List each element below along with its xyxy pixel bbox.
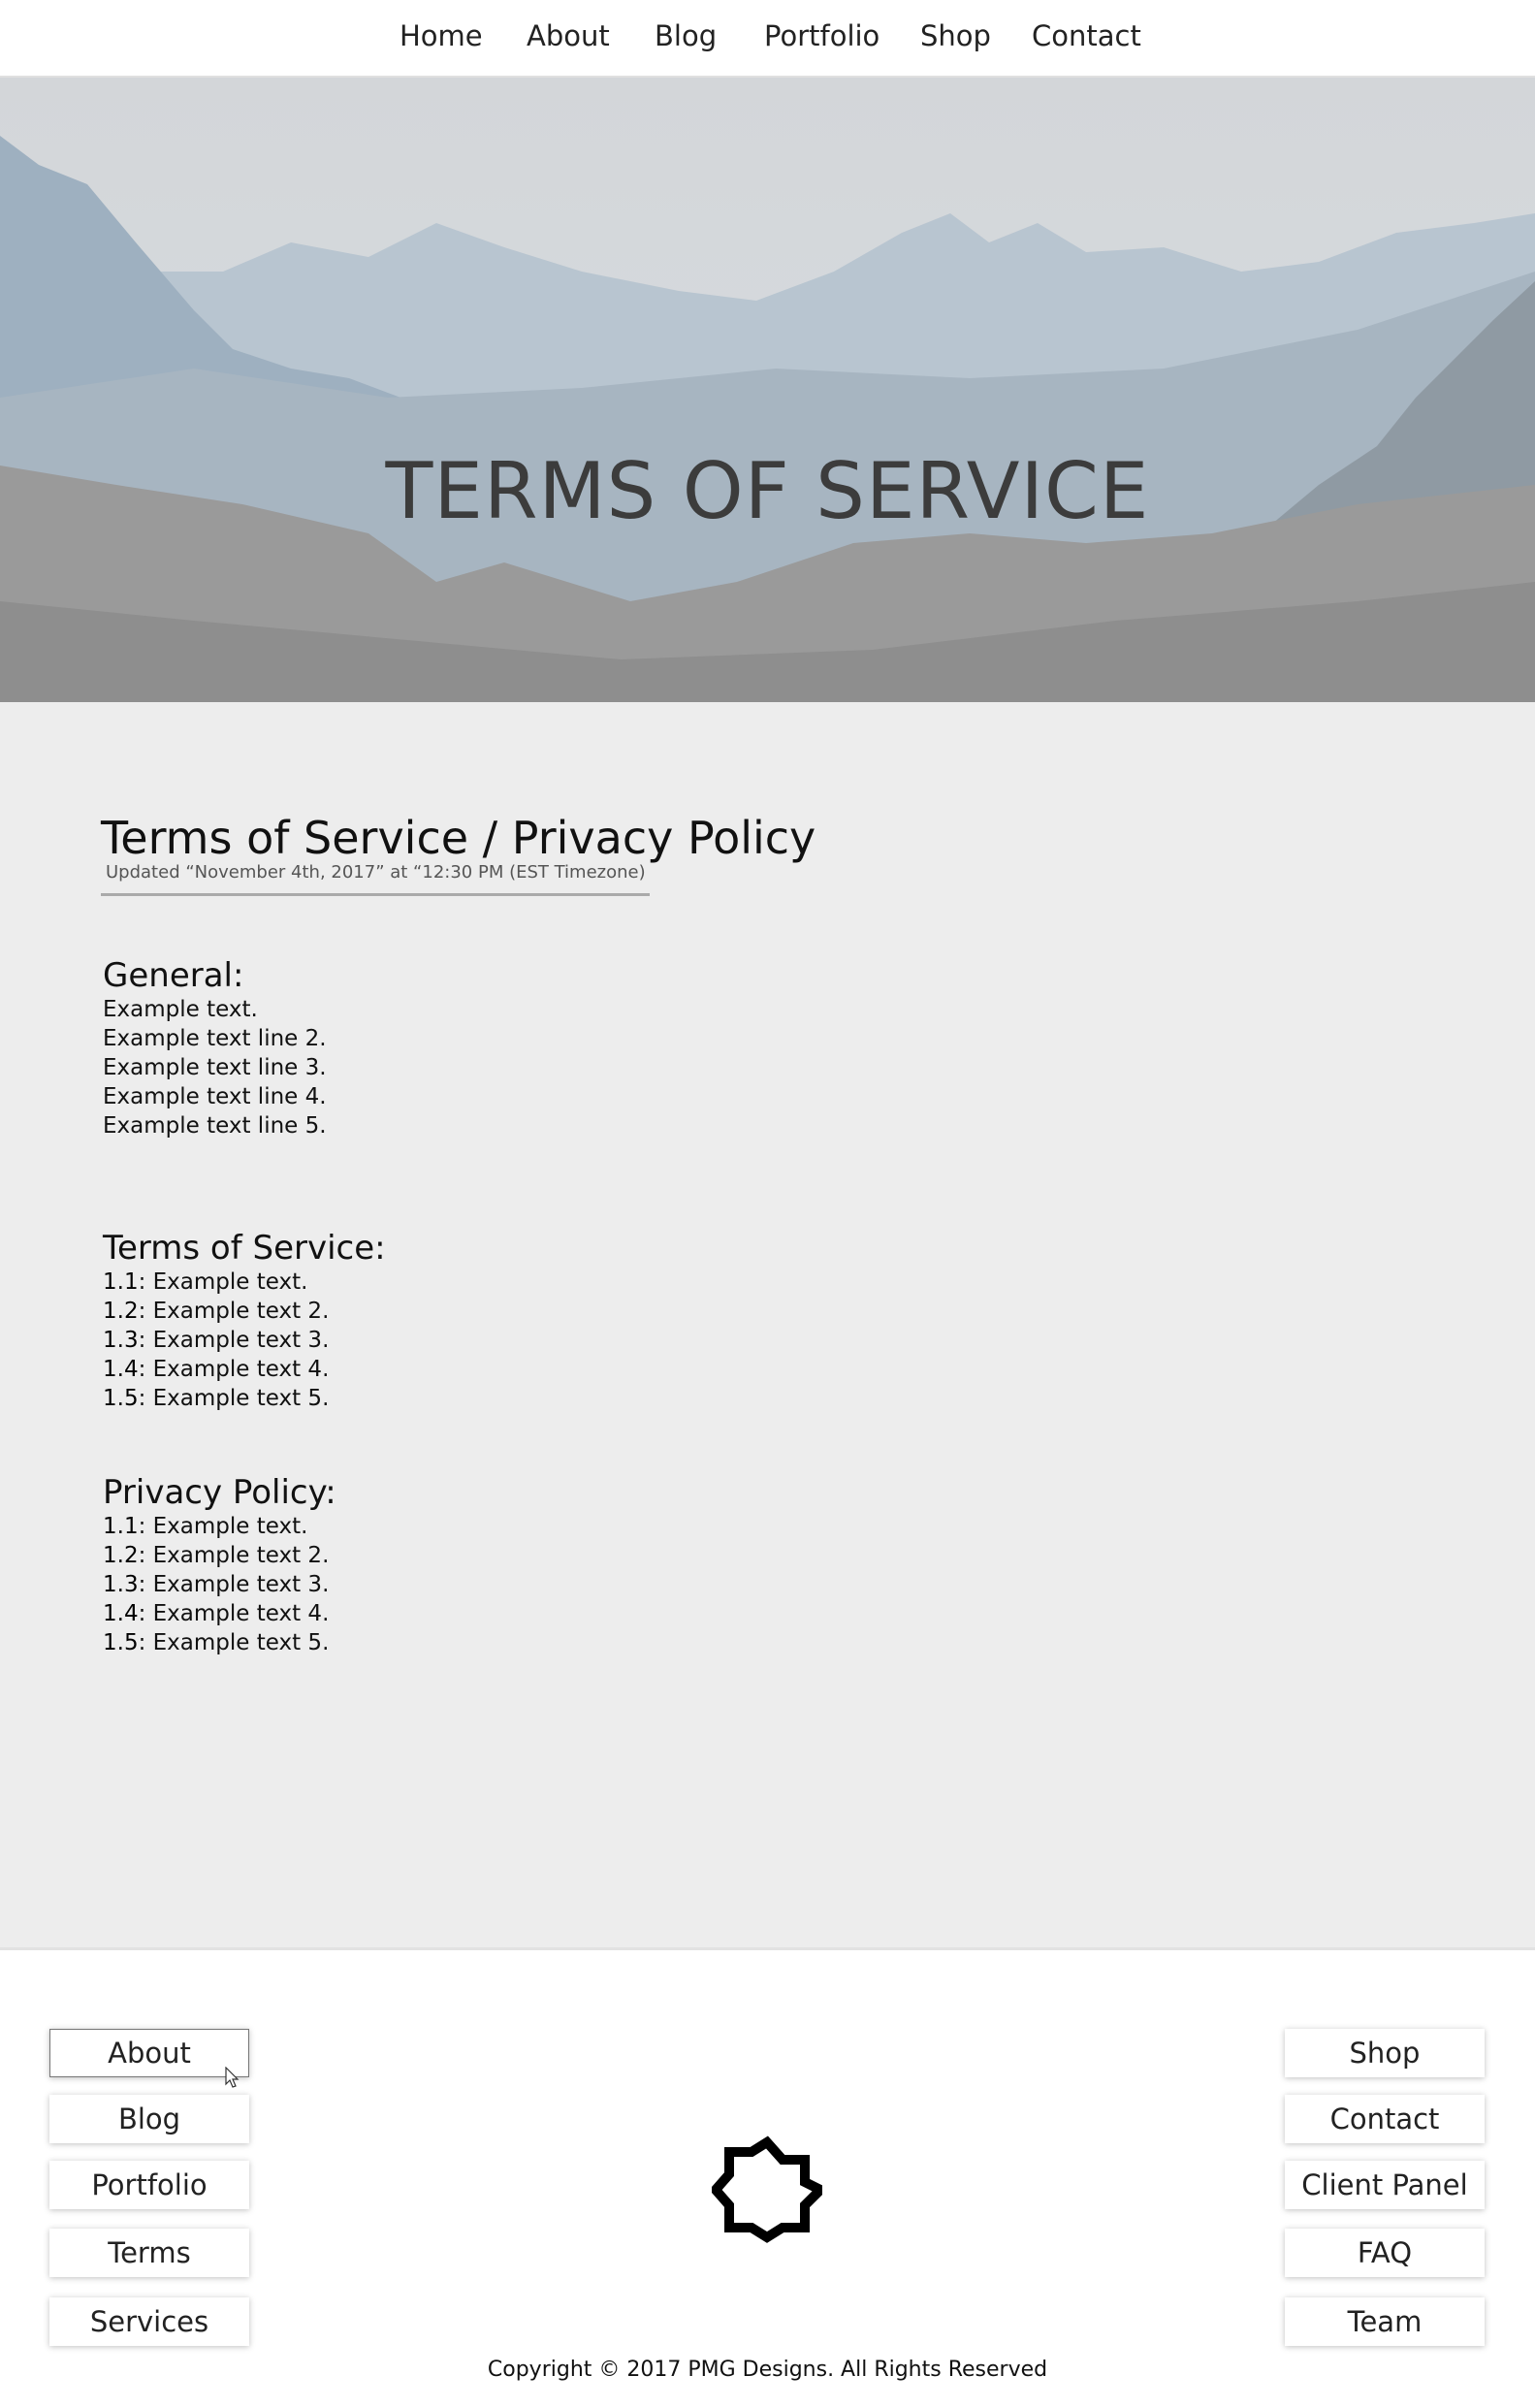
site-footer: About Blog Portfolio Terms Services Shop… xyxy=(0,1947,1535,2408)
section-terms-of-service: Terms of Service: 1.1: Example text. 1.2… xyxy=(103,1229,386,1413)
footer-portfolio-button[interactable]: Portfolio xyxy=(49,2161,249,2209)
updated-date: Updated “November 4th, 2017” at “12:30 P… xyxy=(106,862,646,883)
mouse-cursor-icon xyxy=(225,2067,240,2088)
terms-items: 1.1: Example text. 1.2: Example text 2. … xyxy=(103,1268,386,1413)
title-divider xyxy=(101,893,650,896)
footer-about-button[interactable]: About xyxy=(49,2029,249,2077)
item-text: : Example text 5. xyxy=(138,1630,330,1655)
mountain-background-image xyxy=(0,78,1535,702)
item-text: : Example text. xyxy=(138,1514,308,1539)
footer-client-panel-button[interactable]: Client Panel xyxy=(1285,2161,1485,2209)
footer-terms-button[interactable]: Terms xyxy=(49,2229,249,2277)
list-item: 1.5: Example text 5. xyxy=(103,1628,336,1657)
list-item: Example text line 5. xyxy=(103,1113,327,1139)
footer-services-button[interactable]: Services xyxy=(49,2297,249,2346)
section-heading: Privacy Policy: xyxy=(103,1473,336,1512)
item-number: 1.3 xyxy=(103,1572,139,1597)
list-item: Example text line 4. xyxy=(103,1084,327,1109)
list-item: 1.3: Example text 3. xyxy=(103,1326,386,1355)
list-item: 1.3: Example text 3. xyxy=(103,1570,336,1599)
item-number: 1.4 xyxy=(103,1357,139,1382)
list-item: 1.1: Example text. xyxy=(103,1512,336,1541)
item-text: : Example text 2. xyxy=(138,1543,330,1568)
footer-shop-button[interactable]: Shop xyxy=(1285,2029,1485,2077)
item-number: 1.1 xyxy=(103,1514,139,1539)
star-outline-icon xyxy=(712,2135,822,2243)
hero-title: TERMS OF SERVICE xyxy=(385,446,1150,536)
list-item: 1.5: Example text 5. xyxy=(103,1384,386,1413)
page-title: Terms of Service / Privacy Policy xyxy=(101,812,816,864)
item-text: : Example text 5. xyxy=(138,1386,330,1411)
main-content: Terms of Service / Privacy Policy Update… xyxy=(0,702,1535,1947)
item-text: : Example text 2. xyxy=(138,1299,330,1324)
nav-portfolio[interactable]: Portfolio xyxy=(764,19,879,52)
item-text: : Example text. xyxy=(138,1269,308,1295)
footer-team-button[interactable]: Team xyxy=(1285,2297,1485,2346)
top-navigation: Home About Blog Portfolio Shop Contact xyxy=(0,0,1535,78)
list-item: 1.1: Example text. xyxy=(103,1268,386,1297)
footer-contact-button[interactable]: Contact xyxy=(1285,2095,1485,2143)
section-general: General: Example text. Example text line… xyxy=(103,956,327,1140)
nav-about[interactable]: About xyxy=(527,19,610,52)
section-heading: Terms of Service: xyxy=(103,1229,386,1268)
nav-contact[interactable]: Contact xyxy=(1032,19,1141,52)
item-number: 1.4 xyxy=(103,1601,139,1626)
list-item: Example text line 3. xyxy=(103,1055,327,1080)
item-text: : Example text 4. xyxy=(138,1357,330,1382)
hero-banner: TERMS OF SERVICE xyxy=(0,78,1535,702)
item-number: 1.3 xyxy=(103,1328,139,1353)
nav-shop[interactable]: Shop xyxy=(920,19,991,52)
nav-home[interactable]: Home xyxy=(400,19,483,52)
item-text: : Example text 4. xyxy=(138,1601,330,1626)
list-item: 1.4: Example text 4. xyxy=(103,1599,336,1628)
footer-blog-button[interactable]: Blog xyxy=(49,2095,249,2143)
item-number: 1.1 xyxy=(103,1269,139,1295)
privacy-items: 1.1: Example text. 1.2: Example text 2. … xyxy=(103,1512,336,1657)
list-item: 1.2: Example text 2. xyxy=(103,1541,336,1570)
item-number: 1.5 xyxy=(103,1630,139,1655)
section-heading: General: xyxy=(103,956,244,995)
list-item: 1.4: Example text 4. xyxy=(103,1355,386,1384)
section-privacy-policy: Privacy Policy: 1.1: Example text. 1.2: … xyxy=(103,1473,336,1657)
list-item: Example text. xyxy=(103,997,258,1022)
item-text: : Example text 3. xyxy=(138,1572,330,1597)
list-item: 1.2: Example text 2. xyxy=(103,1297,386,1326)
nav-blog[interactable]: Blog xyxy=(655,19,717,52)
footer-faq-button[interactable]: FAQ xyxy=(1285,2229,1485,2277)
list-item: Example text line 2. xyxy=(103,1026,327,1051)
item-number: 1.5 xyxy=(103,1386,139,1411)
item-text: : Example text 3. xyxy=(138,1328,330,1353)
item-number: 1.2 xyxy=(103,1543,139,1568)
item-number: 1.2 xyxy=(103,1299,139,1324)
general-lines: Example text. Example text line 2. Examp… xyxy=(103,995,327,1140)
copyright-text: Copyright © 2017 PMG Designs. All Rights… xyxy=(487,2358,1048,2382)
